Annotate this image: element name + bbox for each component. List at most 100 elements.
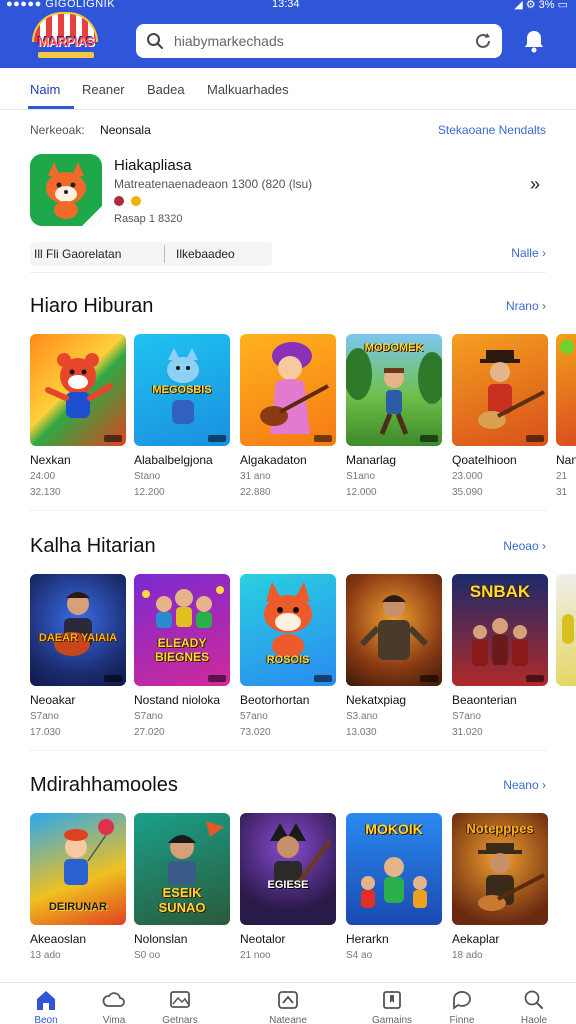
carrier-text: ●●●●● GIGOLIGNIK (6, 0, 116, 10)
game-meta-1: S3.ano (346, 711, 378, 722)
game-meta-2: 31 (556, 487, 568, 498)
game-meta-1: 13 ado (30, 950, 61, 961)
thumbnail-title: ELEADY BIEGNES (154, 636, 209, 664)
home-icon (37, 991, 55, 1010)
search-icon (524, 990, 543, 1009)
section-see-more[interactable]: Neoao › (503, 539, 546, 553)
game-meta-2: 73.020 (240, 727, 271, 738)
divider (30, 510, 546, 511)
image-icon (170, 991, 190, 1008)
nav-vima[interactable]: Vima (76, 983, 152, 1024)
game-meta-2: 17.030 (30, 727, 61, 738)
group-characters-icon (142, 586, 224, 628)
game-thumbnail: EGIESE (240, 813, 336, 925)
game-card[interactable] (556, 574, 576, 744)
game-name: Nostand nioloka (134, 693, 221, 707)
nav-label: Beon (34, 1015, 58, 1024)
section-see-more[interactable]: Nrano › (506, 299, 546, 313)
nav-getnars[interactable]: Getnars (142, 983, 218, 1024)
thumbnail-title: MODOMEK (364, 342, 424, 354)
game-meta-2: 35.090 (452, 487, 483, 498)
section-title: Kalha Hitarian (30, 535, 156, 557)
game-meta-1: 21 noo (240, 950, 271, 961)
see-more-label: Neano (503, 778, 539, 792)
leaf-icon (560, 340, 574, 354)
thumbnail-title: MOKOIK (365, 821, 423, 837)
game-name: Herarkn (346, 932, 389, 946)
rating-tag (208, 675, 226, 682)
game-meta-1: S4 ao (346, 950, 373, 961)
see-more-label: Neoao (503, 539, 539, 553)
tab-malkuarhades[interactable]: Malkuarhades (207, 82, 289, 97)
rating-tag (208, 435, 226, 442)
nav-home[interactable]: Beon (8, 983, 84, 1024)
nav-nateane[interactable]: Nateane (250, 983, 326, 1024)
game-name: Aekaplar (452, 932, 500, 946)
game-name: Algakadaton (240, 453, 307, 467)
featured-info: Rasap 1 8320 (114, 213, 183, 225)
bottom-navigation: Beon Vima Getnars Nateane Gamains Finne (0, 982, 576, 1024)
nav-finne[interactable]: Finne (424, 983, 500, 1024)
featured-title[interactable]: Hiakapliasa (114, 157, 192, 174)
game-thumbnail: MODOMEK (346, 334, 442, 446)
bell-icon[interactable] (522, 28, 546, 54)
game-meta-2: 32.130 (30, 487, 61, 498)
app-logo[interactable]: MARPIAS (18, 12, 114, 60)
featured-app-icon[interactable] (30, 154, 102, 226)
featured-more-link[interactable]: Nalle › (511, 246, 546, 260)
game-name: Beaonterian (452, 693, 517, 707)
game-thumbnail: MOKOIK (346, 813, 442, 925)
logo-ribbon (38, 52, 94, 58)
coin-icon (131, 196, 141, 206)
game-name: Qoatelhioon (452, 453, 517, 467)
tab-reaner[interactable]: Reaner (82, 82, 125, 97)
warrior-character-icon (359, 595, 429, 660)
game-card[interactable]: Nan 21 31 (556, 334, 576, 504)
see-more-label: Nrano (505, 299, 539, 313)
status-icons: ◢ ⚙ 3% ▭ (514, 0, 568, 11)
nav-label: Finne (449, 1015, 475, 1024)
featured-more-label: Nalle (511, 246, 539, 260)
game-name: Alabalbelgjona (134, 453, 213, 467)
game-thumbnail (556, 334, 576, 446)
featured-value: Neonsala (100, 123, 151, 137)
game-name: Nan (556, 453, 576, 467)
game-thumbnail (30, 334, 126, 446)
featured-header: Nerkeoak: Neonsala (30, 123, 151, 137)
logo-text: MARPIAS (37, 34, 95, 49)
game-name: Nolonslan (134, 932, 188, 946)
tab-naim[interactable]: Naim (30, 82, 60, 97)
game-name: Nexkan (30, 453, 71, 467)
game-meta-1: 18 ado (452, 950, 483, 961)
game-thumbnail: DEIRUNAR (30, 813, 126, 925)
featured-key: Nerkeoak: (30, 123, 85, 137)
strip-right-text: Ilkebaadeo (176, 247, 235, 261)
search-input[interactable]: hiabymarkechads (174, 33, 284, 49)
game-meta-1: S7ano (134, 711, 163, 722)
strip-divider (164, 245, 165, 263)
divider (30, 272, 546, 273)
game-thumbnail: Notepppes (452, 813, 548, 925)
nav-haole[interactable]: Haole (496, 983, 572, 1024)
game-meta-1: 21 (556, 471, 568, 482)
clock-text: 13:34 (272, 0, 300, 10)
game-meta-2: 12.200 (134, 487, 165, 498)
featured-link[interactable]: Stekaoane Nendalts (438, 123, 546, 137)
game-thumbnail: ESEIK SUNAO (134, 813, 230, 925)
game-meta-1: S7ano (30, 711, 59, 722)
featured-badges (114, 194, 154, 208)
search-bar[interactable]: hiabymarkechads (136, 24, 502, 58)
nav-gamains[interactable]: Gamains (354, 983, 430, 1024)
game-name: Akeaoslan (30, 932, 87, 946)
refresh-icon[interactable] (474, 32, 492, 50)
game-meta-1: 24.00 (30, 471, 56, 482)
chevron-right-icon[interactable]: » (530, 174, 540, 195)
game-meta-1: 31 ano (240, 471, 271, 482)
game-name: Neoakar (30, 693, 76, 707)
section-see-more[interactable]: Neano › (503, 778, 546, 792)
thumbnail-title: DAEAR YAIAIA (38, 632, 118, 644)
featured-strip: Ill Fli Gaorelatan Ilkebaadeo (30, 242, 272, 266)
tab-badea[interactable]: Badea (147, 82, 185, 97)
game-meta-1: S7ano (452, 711, 481, 722)
game-name: Beotorhortan (240, 693, 310, 707)
